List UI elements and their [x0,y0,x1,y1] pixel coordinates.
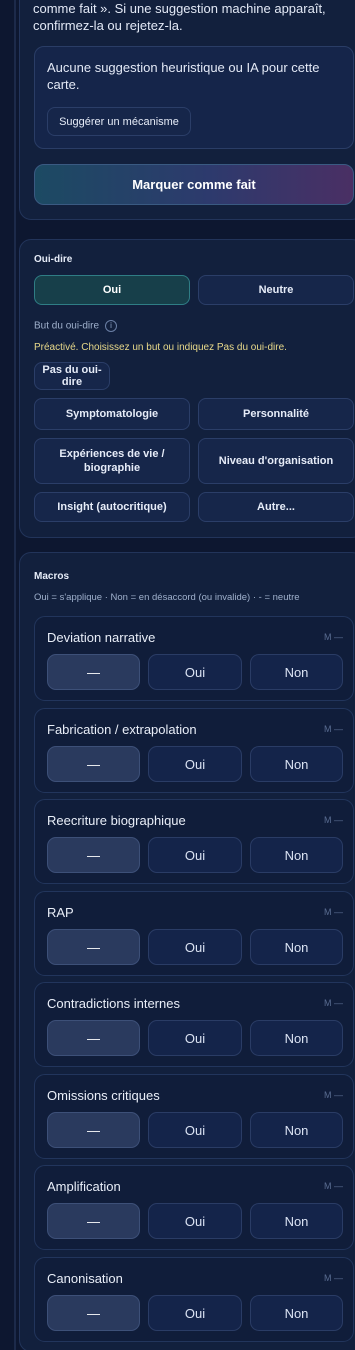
left-rail [14,0,16,1350]
goal-symptomatology-button[interactable]: Symptomatologie [34,398,190,430]
macro-yes-button[interactable]: Oui [148,1112,242,1148]
macro-neutral-button[interactable]: — [47,1203,140,1239]
macro-title: Amplification [47,1179,121,1194]
macro-no-button[interactable]: Non [250,1295,343,1331]
macro-card: RAP M — — Oui Non [34,891,354,976]
macro-title: Deviation narrative [47,630,156,645]
macro-badge: M — [324,1273,343,1283]
macro-yes-button[interactable]: Oui [148,746,242,782]
hearsay-yes-button[interactable]: Oui [34,275,190,305]
macro-card: Amplification M — — Oui Non [34,1165,354,1250]
macro-title: Canonisation [47,1271,123,1286]
not-hearsay-button[interactable]: Pas du oui-dire [34,362,110,390]
mark-done-button[interactable]: Marquer comme fait [34,164,354,205]
macro-badge: M — [324,724,343,734]
macro-card: Reecriture biographique M — — Oui Non [34,799,354,884]
instructions-text: comme fait ». Si une suggestion machine … [33,1,326,33]
macro-card: Fabrication / extrapolation M — — Oui Non [34,708,354,793]
macro-yes-button[interactable]: Oui [148,1203,242,1239]
macro-yes-button[interactable]: Oui [148,929,242,965]
macro-card: Contradictions internes M — — Oui Non [34,982,354,1067]
info-icon[interactable]: i [105,320,118,332]
macro-title: Omissions critiques [47,1088,160,1103]
macro-title: RAP [47,905,74,920]
goal-personality-button[interactable]: Personnalité [198,398,354,430]
macro-no-button[interactable]: Non [250,746,343,782]
macro-badge: M — [324,632,343,642]
macro-card: Omissions critiques M — — Oui Non [34,1074,354,1159]
hearsay-hint: Préactivé. Choisissez un but ou indiquez… [34,342,287,353]
macro-title: Fabrication / extrapolation [47,722,197,737]
macro-badge: M — [324,815,343,825]
goal-other-button[interactable]: Autre... [198,492,354,522]
macro-yes-button[interactable]: Oui [148,654,242,690]
macro-card: Deviation narrative M — — Oui Non [34,616,354,701]
suggest-mechanism-button[interactable]: Suggérer un mécanisme [47,107,191,136]
macro-title: Reecriture biographique [47,813,186,828]
macro-badge: M — [324,1181,343,1191]
macro-title: Contradictions internes [47,996,180,1011]
macro-card: Canonisation M — — Oui Non [34,1257,354,1342]
no-suggestion-text: Aucune suggestion heuristique ou IA pour… [47,60,320,92]
macro-badge: M — [324,907,343,917]
macro-yes-button[interactable]: Oui [148,1020,242,1056]
goal-biography-button[interactable]: Expériences de vie / biographie [34,438,190,484]
macro-neutral-button[interactable]: — [47,837,140,873]
macro-yes-button[interactable]: Oui [148,837,242,873]
macro-no-button[interactable]: Non [250,1112,343,1148]
macros-legend: Oui = s'applique · Non = en désaccord (o… [34,592,300,603]
macro-yes-button[interactable]: Oui [148,1295,242,1331]
macro-neutral-button[interactable]: — [47,1112,140,1148]
hearsay-goal-label: But du oui-dire i [34,320,118,332]
hearsay-title: Oui-dire [34,254,73,265]
macro-no-button[interactable]: Non [250,837,343,873]
macro-badge: M — [324,1090,343,1100]
macro-neutral-button[interactable]: — [47,746,140,782]
macro-neutral-button[interactable]: — [47,654,140,690]
macro-neutral-button[interactable]: — [47,929,140,965]
macro-no-button[interactable]: Non [250,654,343,690]
macro-no-button[interactable]: Non [250,1203,343,1239]
hearsay-neutral-button[interactable]: Neutre [198,275,354,305]
macro-neutral-button[interactable]: — [47,1020,140,1056]
macro-badge: M — [324,998,343,1008]
suggestion-box: Aucune suggestion heuristique ou IA pour… [34,46,354,149]
goal-insight-button[interactable]: Insight (autocritique) [34,492,190,522]
macro-no-button[interactable]: Non [250,929,343,965]
macro-neutral-button[interactable]: — [47,1295,140,1331]
macros-title: Macros [34,571,70,582]
goal-organization-level-button[interactable]: Niveau d'organisation [198,438,354,484]
macro-no-button[interactable]: Non [250,1020,343,1056]
